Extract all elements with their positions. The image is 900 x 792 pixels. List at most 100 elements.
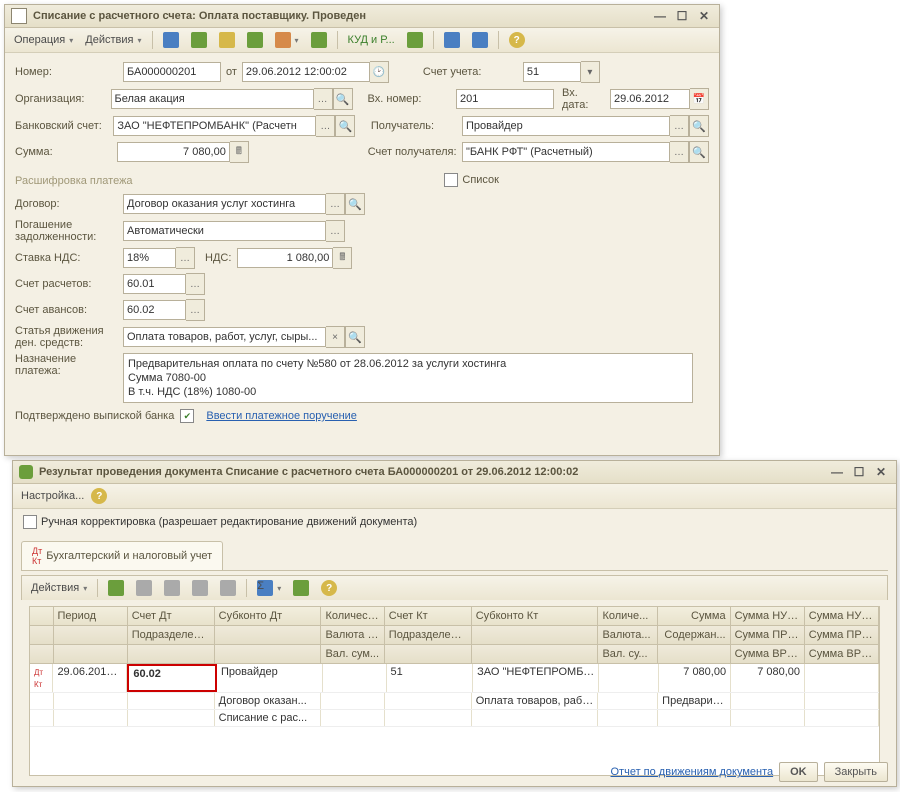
result-close[interactable]: ✕	[872, 464, 890, 480]
debt-field[interactable]	[123, 221, 326, 241]
grid-tool-5[interactable]	[215, 577, 241, 599]
flow-lookup[interactable]: 🔍	[345, 326, 365, 348]
table-row[interactable]: Списание с рас...	[30, 710, 879, 727]
column-header[interactable]	[215, 626, 322, 644]
column-header[interactable]: Подразделение Дт	[128, 626, 215, 644]
column-header[interactable]: Субконто Дт	[215, 607, 322, 625]
vatrate-select[interactable]: …	[176, 247, 195, 269]
column-header[interactable]	[128, 645, 215, 663]
enter-payment-order-link[interactable]: Ввести платежное поручение	[206, 410, 357, 422]
column-header[interactable]: Сумма	[658, 607, 730, 625]
tool-2[interactable]	[186, 29, 212, 51]
close-button-2[interactable]: Закрыть	[824, 762, 888, 782]
grid-tool-2[interactable]	[131, 577, 157, 599]
column-header[interactable]: Сумма НУ Дт	[731, 607, 805, 625]
column-header[interactable]: Сумма ПР Дт	[731, 626, 805, 644]
grid-tool-8[interactable]: ?	[316, 577, 342, 599]
column-header[interactable]	[30, 645, 54, 663]
sum-field[interactable]	[117, 142, 230, 162]
date-picker[interactable]: 🕑	[370, 61, 389, 83]
bankacc-field[interactable]	[113, 116, 316, 136]
contract-select[interactable]: …	[326, 193, 345, 215]
recacc-field[interactable]	[462, 142, 670, 162]
result-help[interactable]: ?	[86, 485, 112, 507]
column-header[interactable]	[658, 645, 730, 663]
movements-report-link[interactable]: Отчет по движениям документа	[611, 766, 774, 778]
grid-actions-menu[interactable]: Действия	[26, 577, 92, 599]
column-header[interactable]: Содержан...	[658, 626, 730, 644]
acct-field[interactable]	[523, 62, 581, 82]
tool-1[interactable]	[158, 29, 184, 51]
settleacc-field[interactable]	[123, 274, 186, 294]
column-header[interactable]	[215, 645, 322, 663]
manual-checkbox[interactable]	[23, 515, 37, 529]
column-header[interactable]: Период	[54, 607, 128, 625]
debt-select[interactable]: …	[326, 220, 345, 242]
column-header[interactable]	[30, 607, 54, 625]
recipient-field[interactable]	[462, 116, 670, 136]
purpose-field[interactable]: Предварительная оплата по счету №580 от …	[123, 353, 693, 403]
tool-8[interactable]	[467, 29, 493, 51]
tool-4[interactable]	[242, 29, 268, 51]
minimize-button[interactable]: —	[651, 8, 669, 24]
column-header[interactable]	[472, 645, 599, 663]
column-header[interactable]: Подразделение Кт	[385, 626, 472, 644]
column-header[interactable]: Валюта Дт	[321, 626, 384, 644]
org-select[interactable]: …	[314, 88, 333, 110]
table-row[interactable]: ДтКт29.06.2012 12:00:0260.02Провайдер51З…	[30, 664, 879, 693]
grid-tool-1[interactable]	[103, 577, 129, 599]
close-button[interactable]: ✕	[695, 8, 713, 24]
tab-accounting[interactable]: ДтКт Бухгалтерский и налоговый учет	[21, 541, 223, 570]
flow-clear[interactable]: ×	[326, 326, 345, 348]
vatrate-field[interactable]	[123, 248, 176, 268]
column-header[interactable]	[385, 645, 472, 663]
result-minimize[interactable]: —	[828, 464, 846, 480]
actions-menu[interactable]: Действия	[80, 29, 146, 51]
recipient-select[interactable]: …	[670, 115, 689, 137]
column-header[interactable]: Счет Дт	[128, 607, 215, 625]
list-checkbox[interactable]	[444, 173, 458, 187]
column-header[interactable]: Субконто Кт	[472, 607, 599, 625]
column-header[interactable]: Вал. су...	[598, 645, 658, 663]
operation-menu[interactable]: Операция	[9, 29, 78, 51]
column-header[interactable]: Количе...	[598, 607, 658, 625]
indate-picker[interactable]: 📅	[690, 88, 709, 110]
confirmed-checkbox[interactable]: ✔	[180, 409, 194, 423]
advanceacc-field[interactable]	[123, 300, 186, 320]
settings-link[interactable]: Настройка...	[21, 490, 84, 502]
indate-field[interactable]	[610, 89, 690, 109]
acct-picker[interactable]: ▾	[581, 61, 600, 83]
grid-tool-4[interactable]	[187, 577, 213, 599]
org-field[interactable]	[111, 89, 314, 109]
contract-field[interactable]	[123, 194, 326, 214]
column-header[interactable]: Сумма НУ Кт	[805, 607, 879, 625]
sum-calc[interactable]: 🖩	[230, 141, 249, 163]
tool-dk[interactable]	[402, 29, 428, 51]
column-header[interactable]: Сумма ВР Дт	[731, 645, 805, 663]
bankacc-select[interactable]: …	[316, 115, 335, 137]
help-button[interactable]: ?	[504, 29, 530, 51]
table-row[interactable]: Договор оказан...Оплата товаров, работ, …	[30, 693, 879, 710]
column-header[interactable]	[472, 626, 599, 644]
advanceacc-select[interactable]: …	[186, 299, 205, 321]
recacc-select[interactable]: …	[670, 141, 689, 163]
column-header[interactable]: Количест...	[321, 607, 384, 625]
recacc-lookup[interactable]: 🔍	[689, 141, 709, 163]
vat-calc[interactable]: 🖩	[333, 247, 352, 269]
tool-6[interactable]	[306, 29, 332, 51]
contract-lookup[interactable]: 🔍	[345, 193, 365, 215]
bankacc-lookup[interactable]: 🔍	[335, 115, 355, 137]
number-field[interactable]	[123, 62, 221, 82]
settleacc-select[interactable]: …	[186, 273, 205, 295]
column-header[interactable]: Сумма ПР Кт	[805, 626, 879, 644]
column-header[interactable]	[54, 626, 128, 644]
ok-button[interactable]: OK	[779, 762, 818, 782]
innum-field[interactable]	[456, 89, 554, 109]
vat-field[interactable]	[237, 248, 333, 268]
grid-tool-6[interactable]: Σ	[252, 577, 286, 599]
grid-tool-3[interactable]	[159, 577, 185, 599]
date-field[interactable]	[242, 62, 370, 82]
maximize-button[interactable]: ☐	[673, 8, 691, 24]
column-header[interactable]: Вал. сум...	[321, 645, 384, 663]
grid-tool-7[interactable]	[288, 577, 314, 599]
